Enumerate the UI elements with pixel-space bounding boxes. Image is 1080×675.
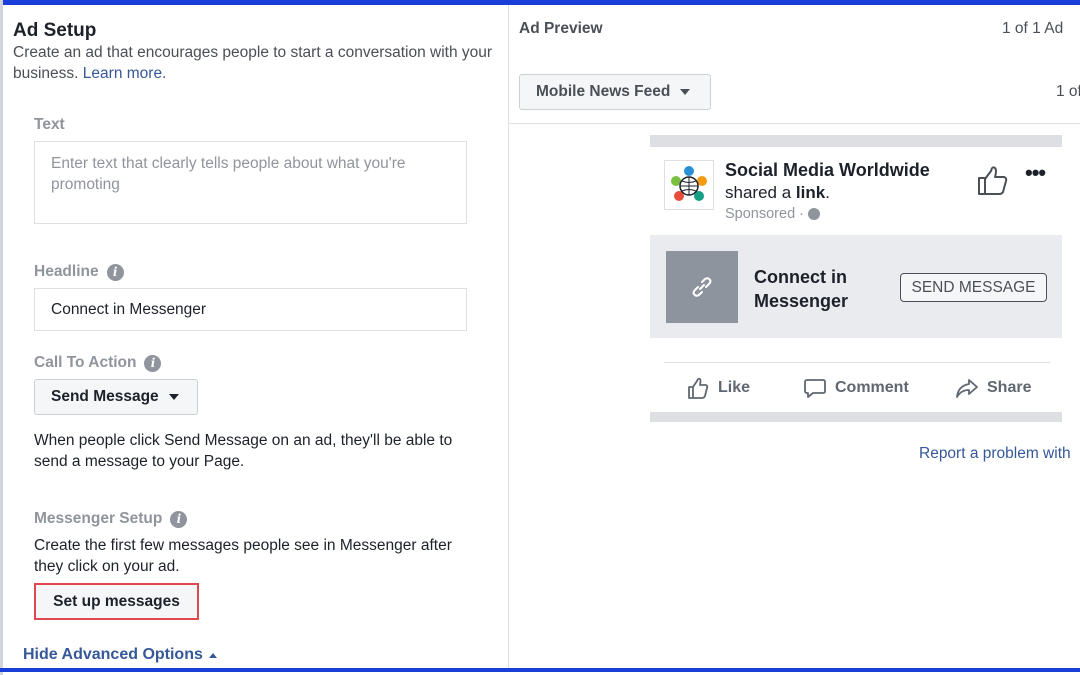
send-message-button[interactable]: SEND MESSAGE <box>900 273 1047 302</box>
call-to-action-label: Call To Action i <box>34 354 162 372</box>
link-title: Connect in Messenger <box>754 267 849 311</box>
hide-advanced-options-label: Hide Advanced Options <box>23 646 203 663</box>
headline-label-text: Headline <box>34 263 99 280</box>
messenger-setup-help: Create the first few messages people see… <box>34 537 452 575</box>
actions-divider <box>664 362 1050 363</box>
placement-dropdown[interactable]: Mobile News Feed <box>519 74 711 110</box>
globe-icon <box>808 208 820 220</box>
page-name[interactable]: Social Media Worldwide <box>725 160 930 181</box>
headline-value: Connect in Messenger <box>51 300 207 318</box>
comment-action[interactable]: Comment <box>803 376 909 400</box>
call-to-action-help: When people click Send Message on an ad,… <box>34 432 453 470</box>
like-action[interactable]: Like <box>686 376 750 400</box>
ad-setup-title: Ad Setup <box>13 20 97 41</box>
panel-divider <box>508 5 509 668</box>
info-icon[interactable]: i <box>106 263 124 281</box>
report-problem-link[interactable]: Report a problem with <box>919 445 1080 463</box>
more-options-icon[interactable]: ••• <box>1025 160 1046 186</box>
call-to-action-dropdown[interactable]: Send Message <box>34 379 198 415</box>
text-label: Text <box>34 116 65 134</box>
learn-more-link[interactable]: Learn more. <box>83 65 167 82</box>
feed-bottom-bar <box>650 412 1062 422</box>
shared-link[interactable]: link <box>796 183 825 202</box>
call-to-action-label-text: Call To Action <box>34 354 137 371</box>
like-label: Like <box>718 379 751 396</box>
ad-count: 1 of 1 Ad <box>1002 20 1064 37</box>
link-icon <box>692 277 712 297</box>
share-label: Share <box>987 379 1032 396</box>
messenger-setup-label-text: Messenger Setup <box>34 510 163 527</box>
preview-header-divider <box>509 123 1080 124</box>
ad-text-placeholder: Enter text that clearly tells people abo… <box>51 155 406 193</box>
share-icon <box>956 379 978 398</box>
preview-pager: 1 of <box>1056 83 1080 100</box>
call-to-action-selected: Send Message <box>51 388 159 405</box>
text-label-text: Text <box>34 116 65 133</box>
like-page-icon[interactable] <box>975 163 1009 197</box>
info-icon[interactable]: i <box>144 354 162 372</box>
ad-preview-title: Ad Preview <box>519 20 603 37</box>
comment-icon <box>804 379 826 398</box>
placement-selected: Mobile News Feed <box>536 83 671 100</box>
thumbs-up-icon <box>688 377 709 399</box>
link-thumbnail <box>666 251 738 323</box>
share-action[interactable]: Share <box>955 376 1031 400</box>
info-icon[interactable]: i <box>170 510 188 528</box>
comment-label: Comment <box>835 379 909 396</box>
chevron-down-icon <box>680 89 691 95</box>
left-edge <box>0 0 3 675</box>
page-logo <box>664 160 714 210</box>
bottom-border <box>0 668 1080 672</box>
hide-advanced-options-link[interactable]: Hide Advanced Options <box>23 646 217 664</box>
set-up-messages-button[interactable]: Set up messages <box>34 583 199 620</box>
social-media-worldwide-logo-icon <box>671 166 707 201</box>
shared-prefix: shared a <box>725 183 792 202</box>
top-border <box>0 0 1080 5</box>
caret-up-icon <box>208 652 217 658</box>
ad-text-input[interactable]: Enter text that clearly tells people abo… <box>34 141 467 224</box>
headline-label: Headline i <box>34 263 124 281</box>
sponsored-label: Sponsored · <box>725 206 804 222</box>
messenger-setup-label: Messenger Setup i <box>34 510 188 528</box>
shared-line: shared a link. <box>725 183 830 203</box>
sponsored-line: Sponsored · <box>725 206 820 222</box>
ad-setup-subtitle: Create an ad that encourages people to s… <box>13 42 493 84</box>
shared-suffix: . <box>825 183 830 202</box>
chevron-down-icon <box>168 394 179 400</box>
headline-input[interactable]: Connect in Messenger <box>34 288 467 331</box>
feed-top-bar <box>650 135 1062 147</box>
